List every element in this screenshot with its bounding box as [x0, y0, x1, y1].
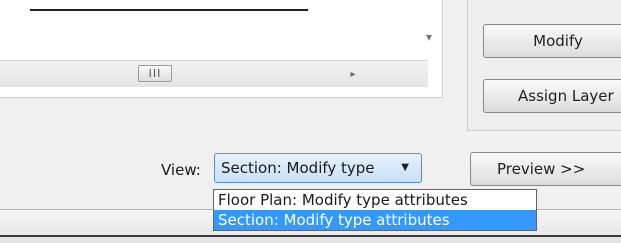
- modify-button[interactable]: Modify: [483, 24, 621, 58]
- scroll-down-icon[interactable]: ▾: [422, 28, 436, 46]
- assign-layer-button[interactable]: Assign Layer: [483, 79, 621, 113]
- list-top-line: [30, 9, 308, 11]
- view-select[interactable]: Section: Modify type ▼: [214, 153, 422, 183]
- horizontal-scrollbar[interactable]: III ▸: [0, 60, 428, 87]
- view-label: View:: [161, 161, 201, 179]
- scroll-right-icon[interactable]: ▸: [344, 64, 362, 84]
- view-dropdown-list[interactable]: Floor Plan: Modify type attributes Secti…: [213, 189, 537, 231]
- dropdown-option-section[interactable]: Section: Modify type attributes: [214, 210, 536, 230]
- view-select-value: Section: Modify type: [221, 159, 375, 177]
- attribute-list[interactable]: ▾ III ▸: [0, 0, 443, 98]
- dropdown-option-floor-plan[interactable]: Floor Plan: Modify type attributes: [214, 190, 536, 210]
- preview-button[interactable]: Preview >>: [470, 152, 621, 186]
- dropdown-arrow-icon[interactable]: ▼: [401, 162, 409, 173]
- scroll-thumb-grip-icon[interactable]: III: [138, 65, 172, 82]
